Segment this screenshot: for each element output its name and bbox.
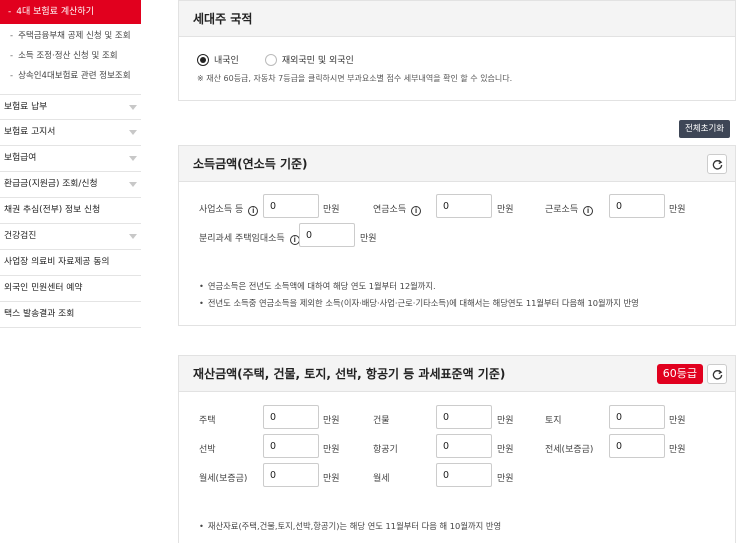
nationality-note: ※ 재산 60등급, 자동차 7등급을 클릭하시면 부과요소별 점수 세부내역을… (197, 74, 513, 83)
nationality-section: 세대주 국적 내국인 재외국민 및 외국인 ※ 재산 60등급, 자동차 7등급… (178, 0, 736, 101)
pension-income-label: 연금소득 i (373, 202, 422, 216)
info-icon[interactable]: i (583, 206, 594, 216)
radio-foreign-label[interactable]: 재외국민 및 외국인 (282, 53, 354, 66)
sidebar-item-medical-consent[interactable]: 사업장 의료비 자료제공 동의 (0, 250, 141, 276)
sidebar-sub-item-heir-info[interactable]: - 상속인4대보험료 관련 정보조회 (0, 66, 141, 86)
unit-label: 만원 (669, 445, 686, 455)
income-title: 소득금액(연소득 기준) (179, 146, 735, 182)
property-section: 재산금액(주택, 건물, 토지, 선박, 항공기 등 과세표준액 기준) 60등… (178, 355, 736, 543)
earned-income-label: 근로소득 i (545, 202, 594, 216)
sidebar-item-checkup[interactable]: 건강검진 (0, 224, 141, 250)
radio-foreign[interactable] (264, 53, 277, 66)
chevron-down-icon (129, 234, 137, 239)
house-input[interactable] (263, 405, 319, 429)
earned-income-input[interactable] (609, 194, 665, 218)
ship-label: 선박 (199, 445, 216, 455)
unit-label: 만원 (323, 445, 340, 455)
sidebar-item-bill[interactable]: 보험료 고지서 (0, 120, 141, 146)
chevron-down-icon (129, 156, 137, 161)
sidebar-sub-list: - 주택금융부채 공제 신청 및 조회 - 소득 조정·정산 신청 및 조회 - 상속… (0, 24, 141, 94)
nationality-title: 세대주 국적 (179, 1, 735, 37)
unit-label: 만원 (497, 445, 514, 455)
property-refresh-button[interactable] (707, 364, 727, 384)
unit-label: 만원 (669, 205, 686, 215)
rental-income-label: 분리과세 주택임대소득 i (199, 231, 300, 245)
income-section: 소득금액(연소득 기준) 사업소득 등i 만원 연금소득i 만원 근로소득i 만… (178, 145, 736, 326)
sidebar-sub-item-housing-loan[interactable]: - 주택금융부채 공제 신청 및 조회 (0, 26, 141, 46)
house-label: 주택 (199, 416, 216, 426)
land-input[interactable] (609, 405, 665, 429)
sidebar-item-refund[interactable]: 환급금(지원금) 조회/신청 (0, 172, 141, 198)
land-label: 토지 (545, 416, 562, 426)
chevron-down-icon (129, 105, 137, 110)
refresh-icon (712, 159, 722, 170)
unit-label: 만원 (323, 416, 340, 426)
nationality-radio-group: 내국인 재외국민 및 외국인 (197, 53, 380, 66)
building-label: 건물 (373, 416, 390, 426)
info-icon[interactable]: i (248, 206, 259, 216)
radio-domestic[interactable] (197, 53, 209, 66)
jeonse-label: 전세(보증금) (545, 445, 594, 455)
chevron-down-icon (129, 182, 137, 187)
property-title: 재산금액(주택, 건물, 토지, 선박, 항공기 등 과세표준액 기준) 60등… (179, 356, 735, 392)
info-icon[interactable]: i (411, 206, 422, 216)
monthly-rent-input[interactable] (436, 463, 492, 487)
refresh-icon (712, 369, 722, 380)
income-refresh-button[interactable] (707, 154, 727, 174)
aircraft-label: 항공기 (373, 445, 398, 455)
monthly-deposit-input[interactable] (263, 463, 319, 487)
unit-label: 만원 (360, 234, 377, 244)
sidebar-item-label: 4대 보험료 계산하기 (16, 7, 94, 17)
monthly-rent-label: 월세 (373, 474, 390, 484)
income-note: 연금소득은 전년도 소득액에 대하여 해당 연도 1월부터 12월까지. (199, 280, 436, 292)
aircraft-input[interactable] (436, 434, 492, 458)
rental-income-input[interactable] (299, 223, 355, 247)
pension-income-input[interactable] (436, 194, 492, 218)
sidebar-item-payment[interactable]: 보험료 납부 (0, 94, 141, 120)
ship-input[interactable] (263, 434, 319, 458)
unit-label: 만원 (323, 474, 340, 484)
radio-domestic-label[interactable]: 내국인 (214, 53, 239, 66)
sidebar-item-calc-insurance[interactable]: -4대 보험료 계산하기 (0, 0, 141, 24)
business-income-label: 사업소득 등i (199, 202, 259, 216)
business-income-input[interactable] (263, 194, 319, 218)
property-grade-badge[interactable]: 60등급 (656, 364, 703, 384)
building-input[interactable] (436, 405, 492, 429)
property-note: 재산자료(주택,건물,토지,선박,항공기)는 해당 연도 11월부터 다음 해 … (199, 520, 501, 532)
monthly-deposit-label: 월세(보증금) (199, 474, 248, 484)
sidebar: -4대 보험료 계산하기 - 주택금융부채 공제 신청 및 조회 - 소득 조정·정… (0, 0, 141, 543)
unit-label: 만원 (497, 416, 514, 426)
sidebar-sub-item-income-adjust[interactable]: - 소득 조정·정산 신청 및 조회 (0, 46, 141, 66)
sidebar-item-fax-result[interactable]: 택스 발송결과 조회 (0, 302, 141, 328)
reset-all-button[interactable]: 전체초기화 (679, 120, 731, 138)
unit-label: 만원 (323, 205, 340, 215)
unit-label: 만원 (669, 416, 686, 426)
sidebar-item-foreigner-center[interactable]: 외국인 민원센터 예약 (0, 276, 141, 302)
jeonse-input[interactable] (609, 434, 665, 458)
unit-label: 만원 (497, 474, 514, 484)
sidebar-item-benefits[interactable]: 보험급여 (0, 146, 141, 172)
income-note: 전년도 소득중 연금소득을 제외한 소득(이자·배당·사업·근로·기타소득)에 … (199, 297, 639, 309)
sidebar-item-debt[interactable]: 채권 추심(전부) 정보 신청 (0, 198, 141, 224)
chevron-down-icon (129, 130, 137, 135)
unit-label: 만원 (497, 205, 514, 215)
